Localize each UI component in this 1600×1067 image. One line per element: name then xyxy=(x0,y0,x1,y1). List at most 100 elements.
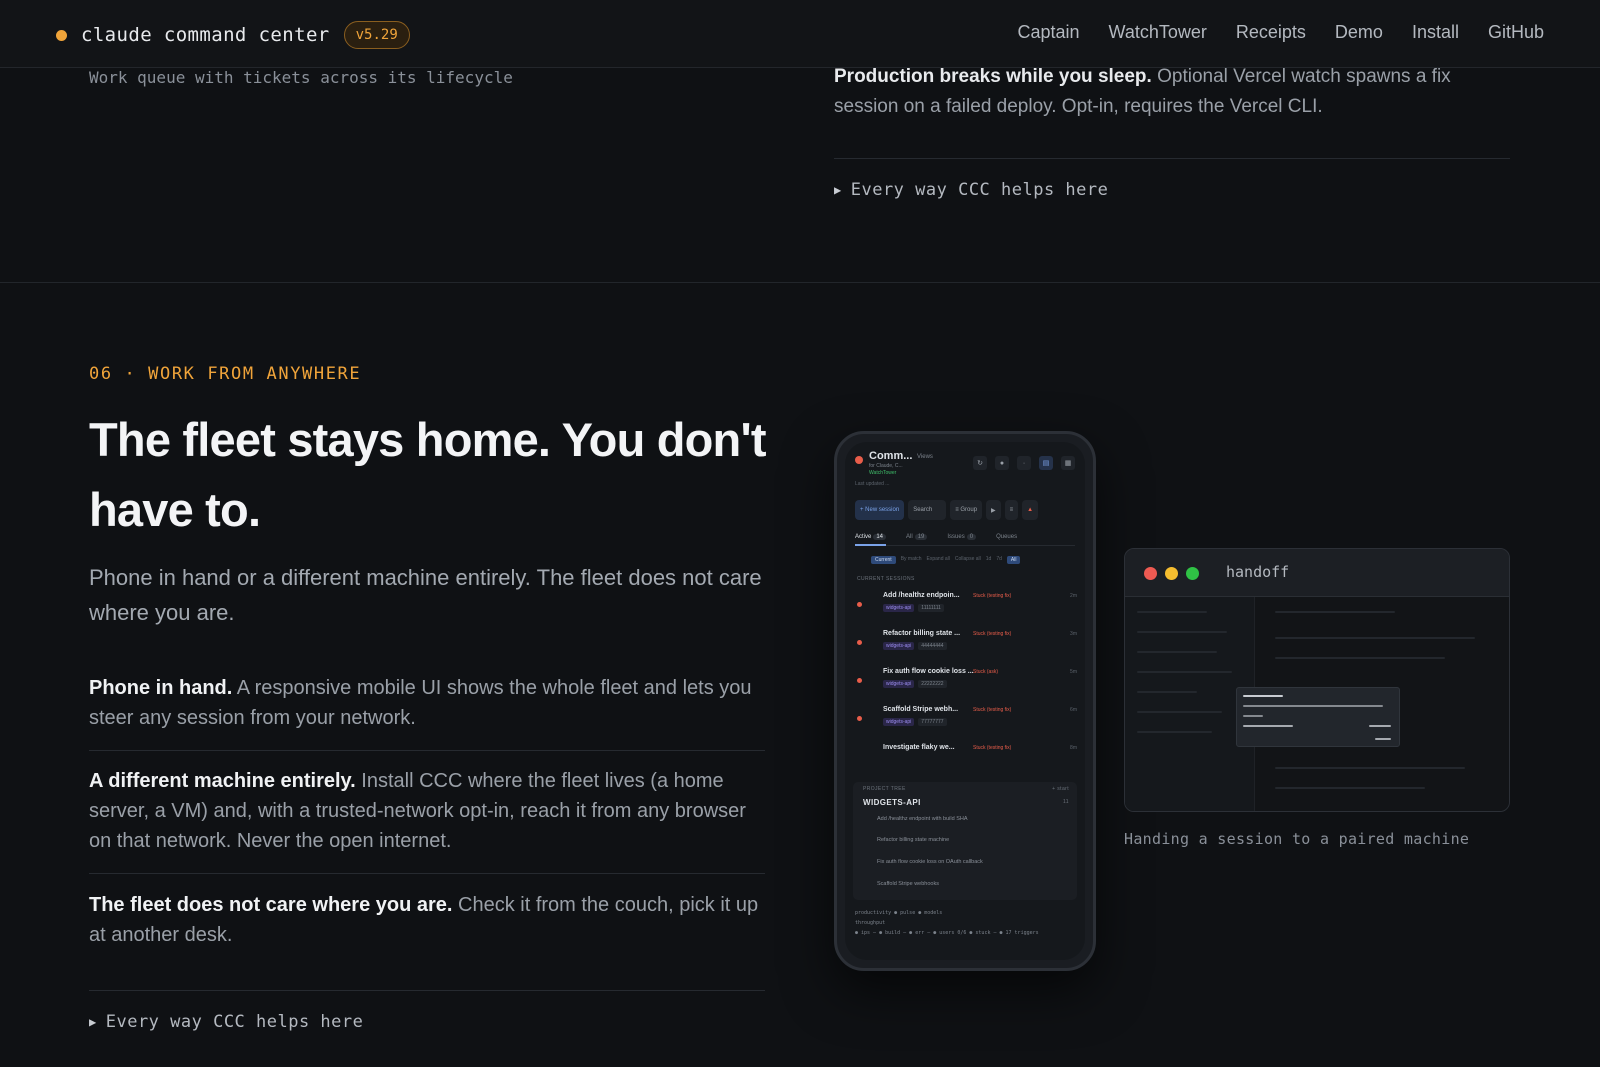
filter-chip: 1d xyxy=(985,556,992,562)
divider xyxy=(89,873,765,874)
phone-footer: productivity ● pulse ● models throughput… xyxy=(855,908,1075,938)
views-menu: Views xyxy=(917,454,933,460)
minimize-icon xyxy=(1165,567,1178,580)
nav-link-watchtower[interactable]: WatchTower xyxy=(1109,22,1207,43)
disclosure-triangle-icon: ▶ xyxy=(89,1015,97,1029)
list-view-icon: ▤ xyxy=(1039,456,1053,470)
app-subtitle: for Claude, C... xyxy=(869,463,903,469)
status-dot-icon xyxy=(56,29,67,41)
status-dot-icon xyxy=(857,716,862,721)
tab-active: Active 14 xyxy=(855,534,887,546)
screenshot-line xyxy=(1137,731,1212,733)
hash-pill: 44444444 xyxy=(918,642,947,650)
nav-link-receipts[interactable]: Receipts xyxy=(1236,22,1306,43)
session-row: Investigate flaky we... Stuck (testing f… xyxy=(857,742,1077,764)
screenshot-line xyxy=(1275,787,1425,789)
project-count: 11 xyxy=(1063,799,1069,805)
grid-view-icon: ▦ xyxy=(1061,456,1075,470)
section-eyebrow: 06 · WORK FROM ANYWHERE xyxy=(89,364,362,384)
nav-link-install[interactable]: Install xyxy=(1412,22,1459,43)
main-nav: Captain WatchTower Receipts Demo Install… xyxy=(1017,22,1544,43)
phone-screen: Comm... for Claude, C... WatchTower View… xyxy=(845,442,1085,960)
tab-queues: Queues xyxy=(996,534,1018,540)
session-title: Scaffold Stripe webh... xyxy=(883,706,959,713)
footer-line: throughput xyxy=(855,920,886,926)
window-titlebar: handoff xyxy=(1125,549,1509,597)
handoff-screenshot xyxy=(1125,597,1509,811)
filter-chip: Current xyxy=(871,556,896,564)
vercel-watch-feature: Production breaks while you sleep. Optio… xyxy=(834,62,1514,122)
tab-all: All 19 xyxy=(906,534,928,540)
project-item: Refactor billing state machine xyxy=(877,837,950,843)
divider xyxy=(89,990,765,991)
filter-chip: 7d xyxy=(996,556,1002,562)
session-title: Add /healthz endpoin... xyxy=(883,592,960,599)
session-title: Fix auth flow cookie loss ... xyxy=(883,668,974,675)
session-time: 6m xyxy=(1070,707,1077,713)
modal-line xyxy=(1243,715,1263,717)
status-dot-icon xyxy=(857,640,862,645)
details-toggle[interactable]: ▶ Every way CCC helps here xyxy=(89,1012,363,1032)
section-headline: The fleet stays home. You don't have to. xyxy=(89,413,767,536)
project-item: Add /healthz endpoint with build SHA xyxy=(877,816,968,822)
phone-filters: Current By match Expand all Collapse all… xyxy=(871,556,1075,564)
close-icon xyxy=(1144,567,1157,580)
current-sessions-label: CURRENT SESSIONS xyxy=(857,576,915,582)
session-row: Fix auth flow cookie loss ... Stuck (ask… xyxy=(857,666,1077,704)
hash-pill: 77777777 xyxy=(918,718,947,726)
hash-pill: 22222222 xyxy=(918,680,947,688)
nav-link-demo[interactable]: Demo xyxy=(1335,22,1383,43)
settings-icon: · xyxy=(1017,456,1031,470)
section-lede: Phone in hand or a different machine ent… xyxy=(89,565,762,625)
screenshot-line xyxy=(1137,671,1232,673)
session-time: 5m xyxy=(1070,669,1077,675)
play-icon: ▶ xyxy=(986,500,1001,520)
search-input: Search xyxy=(908,500,947,520)
project-item: Fix auth flow cookie loss on OAuth callb… xyxy=(877,859,983,865)
project-item: Scaffold Stripe webhooks xyxy=(877,881,939,887)
dot-icon: ● xyxy=(995,456,1009,470)
details-toggle-prev[interactable]: ▶ Every way CCC helps here xyxy=(834,180,1108,200)
repo-pill: widgets-api xyxy=(883,642,915,650)
header-icons: ↻ ● · ▤ ▦ xyxy=(973,456,1075,470)
session-status: Stuck (testing fix) xyxy=(973,593,1012,599)
menu-icon: ≡ xyxy=(1004,500,1019,520)
disclosure-triangle-icon: ▶ xyxy=(834,183,842,197)
session-title: Investigate flaky we... xyxy=(883,744,955,751)
nav-link-captain[interactable]: Captain xyxy=(1017,22,1079,43)
screenshot-line xyxy=(1275,657,1445,659)
feature-lead: Production breaks while you sleep. xyxy=(834,66,1152,87)
window-title: handoff xyxy=(1226,563,1290,581)
session-list: Add /healthz endpoin... Stuck (testing f… xyxy=(857,590,1077,764)
modal-line xyxy=(1369,725,1391,727)
details-label: Every way CCC helps here xyxy=(105,1012,364,1032)
project-tree: PROJECT TREE + start WIDGETS-API 11 Add … xyxy=(853,782,1077,900)
details-label: Every way CCC helps here xyxy=(850,180,1109,200)
feature-fleet-location: The fleet does not care where you are. C… xyxy=(89,890,765,950)
filter-chip: By match xyxy=(900,556,922,562)
phone-app-header: Comm... for Claude, C... WatchTower View… xyxy=(855,448,1075,492)
filter-chip: All xyxy=(1006,556,1021,564)
repo-pill: widgets-api xyxy=(883,718,915,726)
work-queue-caption: Work queue with tickets across its lifec… xyxy=(89,68,513,87)
session-status: Stuck (testing fix) xyxy=(973,745,1012,751)
session-row: Add /healthz endpoin... Stuck (testing f… xyxy=(857,590,1077,628)
session-title: Refactor billing state ... xyxy=(883,630,961,637)
group-button: ≡ Group xyxy=(950,500,983,520)
new-session-button: + New session xyxy=(855,500,905,520)
filter-chip: Expand all xyxy=(926,556,950,562)
nav-link-github[interactable]: GitHub xyxy=(1488,22,1544,43)
filter-chip: Collapse all xyxy=(954,556,981,562)
top-nav-bar: claude command center v5.29 Captain Watc… xyxy=(0,0,1600,68)
screenshot-line xyxy=(1137,691,1197,693)
status-dot-icon xyxy=(857,602,862,607)
refresh-icon: ↻ xyxy=(973,456,987,470)
modal-line xyxy=(1243,695,1283,697)
repo-pill: widgets-api xyxy=(883,680,915,688)
tab-issues: Issues 0 xyxy=(947,534,977,540)
repo-pill: widgets-api xyxy=(883,604,915,612)
session-time: 8m xyxy=(1070,745,1077,751)
screenshot-line xyxy=(1137,711,1222,713)
footer-line: ● ips — ● build — ● err — ● users 0/6 ● … xyxy=(855,930,1039,936)
brand[interactable]: claude command center v5.29 xyxy=(56,20,410,50)
